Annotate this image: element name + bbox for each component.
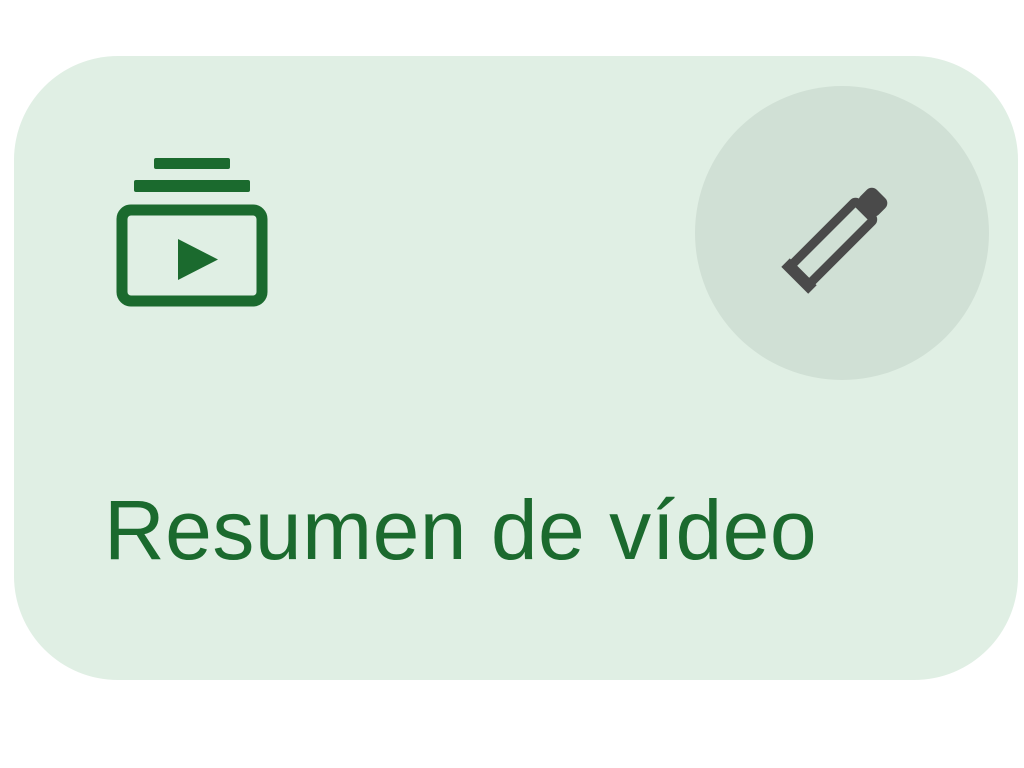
card-label: Resumen de vídeo	[104, 483, 818, 577]
pencil-icon	[781, 187, 888, 294]
edit-button[interactable]	[695, 86, 989, 380]
video-summary-card[interactable]: Resumen de vídeo	[14, 56, 1018, 680]
video-library-icon	[116, 158, 268, 307]
